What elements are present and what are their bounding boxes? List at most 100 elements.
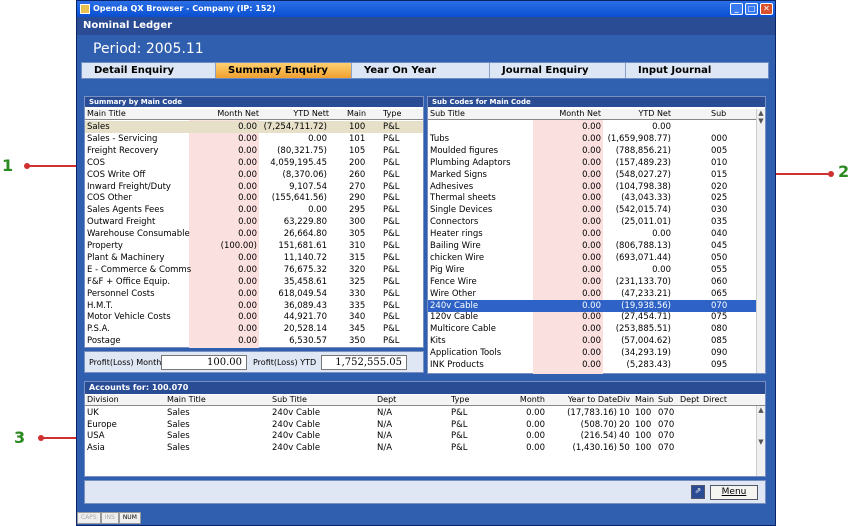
col-type[interactable]: Type [451,395,469,404]
table-row[interactable]: Connectors 0.00 (25,011.01) 035 [428,216,757,228]
main-code-cell: 335 [349,300,366,311]
accounts-scrollbar[interactable]: ▲ ▼ [756,406,765,476]
ytd-cell: 36,089.43 [283,300,327,311]
table-row[interactable]: P.S.A. 0.00 20,528.14 345 P&L [85,323,423,335]
table-row[interactable]: 120v Cable 0.00 (27,454.71) 075 [428,311,757,323]
col-division[interactable]: Division [87,395,119,404]
tab-detail-enquiry[interactable]: Detail Enquiry [82,63,216,78]
table-row[interactable]: Multicore Cable 0.00 (253,885.51) 080 [428,323,757,335]
main-code-cell: 295 [349,205,366,216]
pin-icon[interactable]: ⇗ [691,485,705,499]
table-row[interactable]: Warehouse Consumable 0.00 26,664.80 305 P&L [85,228,423,240]
col-dept2[interactable]: Dept [680,395,699,404]
tab-summary-enquiry[interactable]: Summary Enquiry [216,63,352,78]
summary-column-headers: Main Title Month Net YTD Nett Main Type [85,109,423,120]
main-title-cell: Inward Freight/Duty [87,181,171,192]
col-sub-title[interactable]: Sub Title [430,109,465,118]
table-row[interactable]: F&F + Office Equip. 0.00 35,458.61 325 P&L [85,276,423,288]
table-row[interactable]: Tubs 0.00 (1,659,908.77) 000 [428,133,757,145]
sub-code-cell: 050 [711,252,728,263]
table-row[interactable]: COS 0.00 4,059,195.45 200 P&L [85,157,423,169]
sub-title-cell: Bailing Wire [430,241,481,251]
col-ytd-nett[interactable]: YTD Nett [259,109,329,118]
table-row[interactable]: Plumbing Adaptors 0.00 (157,489.23) 010 [428,157,757,169]
col-year-to-date[interactable]: Year to Date [547,395,617,404]
table-row[interactable]: Sales Agents Fees 0.00 0.00 295 P&L [85,204,423,216]
table-row[interactable]: Motor Vehicle Costs 0.00 44,921.70 340 P&L [85,311,423,323]
ytd-cell: 0.00 [652,229,671,240]
table-row[interactable]: USA Sales 240v Cable N/A P&L 0.00 (216.54) 40 10… [85,430,755,442]
table-row[interactable]: Kits 0.00 (57,004.62) 085 [428,335,757,347]
month-net-cell: (100.00) [220,241,257,251]
table-row[interactable]: Outward Freight 0.00 63,229.80 300 P&L [85,216,423,228]
main-code-cell: 330 [349,288,366,299]
ytd-cell: 63,229.80 [283,217,327,228]
close-button[interactable]: ✕ [760,3,773,15]
menu-button[interactable]: Menu [710,485,758,500]
table-row[interactable]: E - Commerce & Comms 0.00 76,675.32 320 P&L [85,264,423,276]
table-row[interactable]: H.M.T. 0.00 36,089.43 335 P&L [85,300,423,312]
table-row[interactable]: Bailing Wire 0.00 (806,788.13) 045 [428,240,757,252]
col-sub-title[interactable]: Sub Title [272,395,307,404]
table-row[interactable]: Application Tools 0.00 (34,293.19) 090 [428,347,757,359]
col-direct[interactable]: Direct [703,395,727,404]
sub-title-cell: Connectors [430,217,479,228]
col-main-title[interactable]: Main Title [87,109,126,118]
table-row[interactable]: Inward Freight/Duty 0.00 9,107.54 270 P&L [85,181,423,193]
sub-title-cell: chicken Wire [430,252,485,263]
table-row[interactable]: Pig Wire 0.00 0.00 055 [428,264,757,276]
col-dept[interactable]: Dept [377,395,396,404]
table-row[interactable]: Property (100.00) 151,681.61 310 P&L [85,240,423,252]
table-row[interactable]: Marked Signs 0.00 (548,027.27) 015 [428,169,757,181]
minimize-button[interactable]: _ [730,3,743,15]
table-row[interactable]: COS Other 0.00 (155,641.56) 290 P&L [85,192,423,204]
col-ytd-net[interactable]: YTD Net [603,109,671,118]
table-row[interactable]: Single Devices 0.00 (542,015.74) 030 [428,204,757,216]
type-cell: P&L [383,169,400,180]
table-row[interactable]: Asia Sales 240v Cable N/A P&L 0.00 (1,430.16) 5… [85,442,755,454]
main-code-cell: 345 [349,324,366,335]
table-row[interactable]: INK Products 0.00 (5,283.43) 095 [428,359,757,371]
month-net-cell: 0.00 [238,169,257,180]
col-month-net[interactable]: Month Net [533,109,601,118]
table-row[interactable]: 0.00 0.00 [428,121,757,133]
col-div[interactable]: Div [617,395,630,404]
table-row[interactable]: UK Sales 240v Cable N/A P&L 0.00 (17,783.16) 10… [85,407,755,419]
table-row[interactable]: Postage 0.00 6,530.57 350 P&L [85,335,423,347]
main-title-cell: Sales [167,431,190,441]
table-row[interactable]: chicken Wire 0.00 (693,071.44) 050 [428,252,757,264]
table-row[interactable]: 240v Cable 0.00 (19,938.56) 070 [428,299,757,312]
ytd-cell: (155,641.56) [271,193,327,204]
table-row[interactable]: Adhesives 0.00 (104,798.38) 020 [428,181,757,193]
maximize-button[interactable]: □ [745,3,758,15]
col-main[interactable]: Main [347,109,366,118]
col-type[interactable]: Type [383,109,401,118]
table-row[interactable]: Sales - Servicing 0.00 0.00 101 P&L [85,133,423,145]
table-row[interactable]: Wire Other 0.00 (47,233.21) 065 [428,288,757,300]
tab-journal-enquiry[interactable]: Journal Enquiry [490,63,626,78]
table-row[interactable]: Moulded figures 0.00 (788,856.21) 005 [428,145,757,157]
sub-code-cell: 090 [711,348,728,359]
table-row[interactable]: Heater rings 0.00 0.00 040 [428,228,757,240]
subcodes-scrollbar[interactable]: ▲ ▼ [756,109,765,373]
table-row[interactable]: Freight Recovery 0.00 (80,321.75) 105 P&L [85,145,423,157]
table-row[interactable]: Thermal sheets 0.00 (43,043.33) 025 [428,192,757,204]
table-row[interactable]: Sales 0.00 (7,254,711.72) 100 P&L [85,121,423,133]
tab-input-journal[interactable]: Input Journal [626,63,768,78]
sub-cell: 070 [658,408,675,418]
table-row[interactable]: Personnel Costs 0.00 618,049.54 330 P&L [85,288,423,300]
table-row[interactable]: Fence Wire 0.00 (231,133.70) 060 [428,276,757,288]
col-month[interactable]: Month [505,395,545,404]
pl-ytd-label: Profit(Loss) YTD [253,358,317,367]
table-row[interactable]: COS Write Off 0.00 (8,370.06) 260 P&L [85,169,423,181]
col-month-net[interactable]: Month Net [189,109,259,118]
col-main[interactable]: Main [635,395,654,404]
tab-year-on-year[interactable]: Year On Year [352,63,490,78]
sub-code-cell: 055 [711,264,728,275]
month-net-cell: 0.00 [582,288,601,299]
table-row[interactable]: Europe Sales 240v Cable N/A P&L 0.00 (508.70) 2… [85,419,755,431]
col-sub[interactable]: Sub [711,109,726,118]
col-sub[interactable]: Sub [658,395,673,404]
col-main-title[interactable]: Main Title [167,395,206,404]
table-row[interactable]: Plant & Machinery 0.00 11,140.72 315 P&L [85,252,423,264]
